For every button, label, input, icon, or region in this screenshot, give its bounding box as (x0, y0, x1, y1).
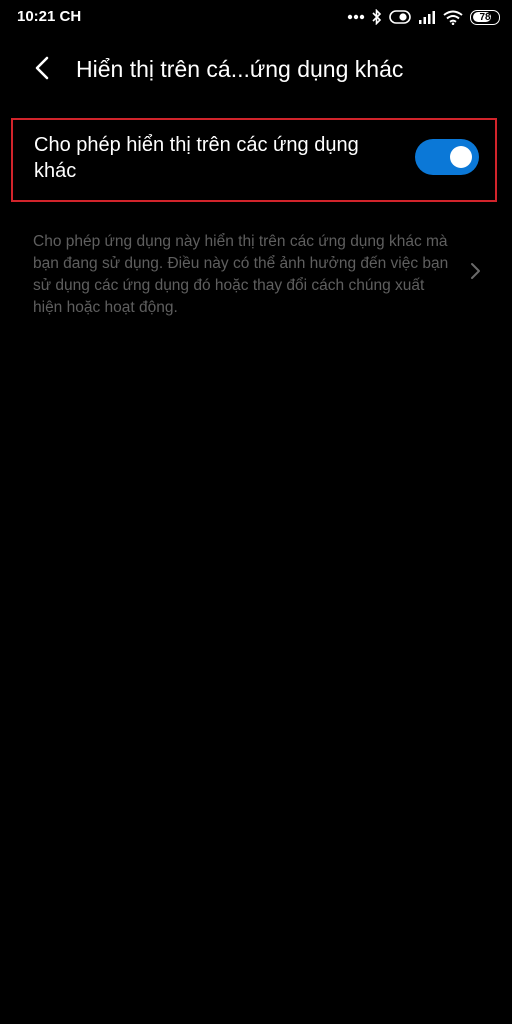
description-text: Cho phép ứng dụng này hiển thị trên các … (33, 233, 449, 316)
status-bar: 10:21 CH 78 (0, 0, 512, 34)
battery-icon: 78 (470, 9, 500, 25)
chevron-left-icon (35, 56, 49, 85)
signal-icon (418, 10, 436, 24)
header: Hiển thị trên cá...ứng dụng khác (0, 44, 512, 96)
page-title: Hiển thị trên cá...ứng dụng khác (76, 56, 404, 82)
bluetooth-icon (372, 9, 382, 25)
status-icons: 78 (347, 7, 500, 27)
back-button[interactable] (22, 52, 62, 88)
alarm-toggle-icon (389, 10, 411, 24)
allow-display-over-apps-toggle[interactable] (415, 139, 479, 175)
allow-display-over-apps-row[interactable]: Cho phép hiển thị trên các ứng dụng khác (11, 118, 497, 202)
chevron-right-icon (468, 261, 482, 281)
setting-label: Cho phép hiển thị trên các ứng dụng khác (34, 134, 359, 182)
battery-level: 78 (479, 11, 491, 23)
description-row[interactable]: Cho phép ứng dụng này hiển thị trên các … (0, 226, 512, 322)
status-time: 10:21 CH (17, 8, 82, 25)
toggle-knob (450, 146, 472, 168)
wifi-icon (443, 10, 463, 25)
more-dots-icon (347, 14, 365, 20)
